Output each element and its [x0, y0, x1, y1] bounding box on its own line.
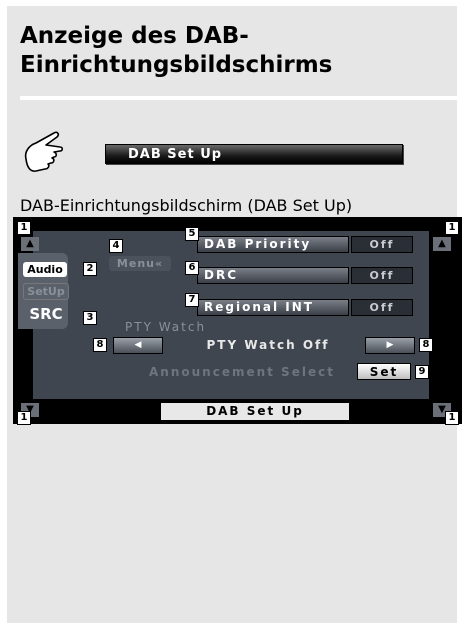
pty-next-button[interactable]: ▶ — [365, 337, 415, 354]
screen-caption: DAB-Einrichtungsbildschirm (DAB Set Up) — [20, 196, 353, 215]
scroll-up-right-icon[interactable]: ▲ — [433, 237, 451, 251]
callout-9: 9 — [415, 365, 429, 379]
callout-5: 5 — [185, 227, 199, 241]
dab-setup-button[interactable]: DAB Set Up — [105, 144, 403, 164]
audio-button[interactable]: Audio — [23, 262, 67, 277]
triangle-right-icon: ▶ — [386, 340, 394, 350]
pty-prev-button[interactable]: ◀ — [113, 337, 163, 354]
pty-watch-heading: PTY Watch — [125, 320, 207, 334]
callout-1-top-right: 1 — [445, 221, 459, 235]
heading-divider — [20, 96, 457, 100]
dab-priority-value: Off — [351, 236, 413, 253]
callout-7: 7 — [185, 293, 199, 307]
regional-int-button[interactable]: Regional INT — [197, 299, 349, 316]
callout-8-left: 8 — [93, 338, 107, 352]
menu-button[interactable]: Menu« — [109, 256, 171, 271]
drc-value: Off — [351, 267, 413, 284]
setup-button[interactable]: SetUp — [23, 283, 69, 300]
callout-4: 4 — [109, 239, 123, 253]
callout-1-top-left: 1 — [17, 221, 31, 235]
announcement-set-button[interactable]: Set — [357, 363, 411, 380]
drc-button[interactable]: DRC — [197, 267, 349, 284]
screen-footer-title: DAB Set Up — [161, 403, 349, 420]
heading-line-1: Anzeige des DAB- — [20, 23, 249, 49]
callout-6: 6 — [185, 261, 199, 275]
scroll-up-left-icon[interactable]: ▲ — [21, 237, 39, 251]
triangle-left-icon: ◀ — [134, 340, 142, 350]
callout-2: 2 — [83, 262, 97, 276]
dab-setup-screen: ▲ ▲ ▼ ▼ Audio SetUp SRC Menu« DAB Priori… — [13, 217, 462, 425]
announcement-select-label: Announcement Select — [149, 365, 335, 379]
callout-8-right: 8 — [419, 338, 433, 352]
dab-priority-button[interactable]: DAB Priority — [197, 236, 349, 253]
callout-1-bottom-left: 1 — [17, 411, 31, 425]
callout-1-bottom-right: 1 — [445, 411, 459, 425]
regional-int-value: Off — [351, 299, 413, 316]
pointing-hand-icon — [24, 131, 64, 172]
section-heading: Anzeige des DAB- Einrichtungsbildschirms — [20, 22, 350, 80]
src-button[interactable]: SRC — [23, 305, 69, 323]
heading-line-2: Einrichtungsbildschirms — [20, 52, 333, 78]
pty-watch-value: PTY Watch Off — [206, 338, 330, 352]
callout-3: 3 — [83, 311, 97, 325]
